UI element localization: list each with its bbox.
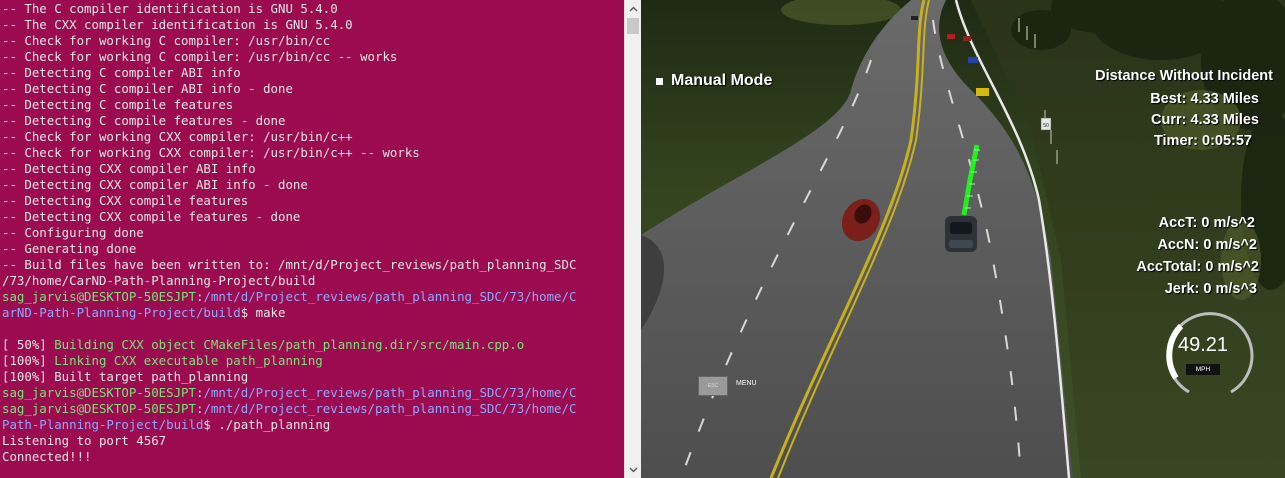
acc-n: AccN: 0 m/s^2	[1157, 237, 1257, 253]
terminal-window[interactable]: -- The C compiler identification is GNU …	[0, 0, 624, 478]
terminal-line: -- Detecting CXX compiler ABI info - don…	[2, 177, 622, 193]
terminal-line: -- Detecting C compiler ABI info	[2, 65, 622, 81]
terminal-line: -- Check for working CXX compiler: /usr/…	[2, 145, 622, 161]
terminal-text: [100%]	[2, 353, 55, 368]
terminal-line: -- Generating done	[2, 241, 622, 257]
terminal-scrollbar[interactable]	[624, 0, 641, 478]
manual-mode-toggle[interactable]: Manual Mode	[656, 72, 772, 90]
ego-car	[945, 216, 977, 252]
terminal-line: -- Detecting C compile features	[2, 97, 622, 113]
terminal-text: arND-Path-Planning-Project/build	[2, 305, 241, 320]
terminal-line: -- Build files have been written to: /mn…	[2, 257, 622, 273]
menu-label: MENU	[736, 380, 757, 387]
terminal-text: -- Detecting C compile features	[2, 97, 234, 112]
terminal-text: Listening to port 4567	[2, 433, 167, 448]
terminal-text: [100%] Built target path_planning	[2, 369, 249, 384]
terminal-line: -- Check for working C compiler: /usr/bi…	[2, 33, 622, 49]
terminal-line: -- Detecting CXX compiler ABI info	[2, 161, 622, 177]
terminal-text: Linking CXX executable path_planning	[54, 353, 323, 368]
terminal-line: -- Detecting C compiler ABI info - done	[2, 81, 622, 97]
terminal-text: [ 50%]	[2, 337, 55, 352]
terminal-line: [100%] Built target path_planning	[2, 369, 622, 385]
acc-total: AccTotal: 0 m/s^2	[1136, 259, 1259, 275]
terminal-line: Path-Planning-Project/build$ ./path_plan…	[2, 417, 622, 433]
terminal-line: -- Configuring done	[2, 225, 622, 241]
esc-button[interactable]: ESC	[698, 376, 728, 396]
terminal-text: -- Detecting C compiler ABI info	[2, 65, 241, 80]
terminal-line: [100%] Linking CXX executable path_plann…	[2, 353, 622, 369]
terminal-text: /mnt/d/Project_reviews/path_planning_SDC…	[203, 289, 577, 304]
terminal-line: -- Check for working C compiler: /usr/bi…	[2, 49, 622, 65]
far-car	[976, 88, 989, 96]
distance-title: Distance Without Incident	[1095, 68, 1273, 84]
acc-t: AccT: 0 m/s^2	[1158, 215, 1255, 231]
terminal-text: -- Detecting CXX compile features - done	[2, 209, 301, 224]
far-car	[968, 57, 978, 63]
terminal-text: sag_jarvis@DESKTOP-50ESJPT	[2, 401, 196, 416]
terminal-text: sag_jarvis@DESKTOP-50ESJPT	[2, 289, 196, 304]
jerk: Jerk: 0 m/s^3	[1164, 281, 1257, 297]
terminal-text: -- Detecting C compiler ABI info - done	[2, 81, 293, 96]
terminal-text: /mnt/d/Project_reviews/path_planning_SDC…	[203, 401, 577, 416]
terminal-line: -- Detecting CXX compile features - done	[2, 209, 622, 225]
terminal-text: -- The C compiler identification is GNU …	[2, 1, 338, 16]
terminal-text: -- Generating done	[2, 241, 137, 256]
speed-value: 49.21	[1177, 334, 1229, 356]
scroll-up-button[interactable]	[625, 0, 641, 17]
terminal-text: Connected!!!	[2, 449, 92, 464]
terminal-line: -- Check for working CXX compiler: /usr/…	[2, 129, 622, 145]
terminal-line: arND-Path-Planning-Project/build$ make	[2, 305, 622, 321]
terminal-line: -- The C compiler identification is GNU …	[2, 1, 622, 17]
terminal-line: sag_jarvis@DESKTOP-50ESJPT:/mnt/d/Projec…	[2, 289, 622, 305]
timer: Timer: 0:05:57	[1153, 133, 1252, 149]
terminal-line: /73/home/CarND-Path-Planning-Project/bui…	[2, 273, 622, 289]
chevron-down-icon	[628, 466, 638, 473]
terminal-text: $ make	[240, 305, 286, 320]
scroll-down-button[interactable]	[625, 461, 641, 478]
terminal-line: [ 50%] Building CXX object CMakeFiles/pa…	[2, 337, 622, 353]
terminal-text: -- Detecting CXX compiler ABI info - don…	[2, 177, 308, 192]
terminal-line: Connected!!!	[2, 449, 622, 465]
terminal-line: sag_jarvis@DESKTOP-50ESJPT:/mnt/d/Projec…	[2, 385, 622, 401]
simulator-view[interactable]: 50 Manual Mode Distance Without Incident…	[641, 0, 1285, 478]
terminal-text: -- The CXX compiler identification is GN…	[2, 17, 353, 32]
terminal-text: -- Check for working C compiler: /usr/bi…	[2, 33, 331, 48]
speed-unit: MPH	[1186, 364, 1220, 375]
scroll-thumb[interactable]	[627, 18, 639, 34]
speed-limit-text: 50	[1043, 123, 1049, 129]
far-car	[947, 34, 955, 39]
terminal-text: -- Build files have been written to: /mn…	[2, 257, 577, 272]
chevron-up-icon	[628, 5, 638, 12]
terminal-text: -- Detecting CXX compile features	[2, 193, 249, 208]
current-distance: Curr: 4.33 Miles	[1151, 112, 1259, 128]
far-car	[963, 36, 971, 41]
terminal-text: -- Detecting CXX compiler ABI info	[2, 161, 256, 176]
checkbox-icon[interactable]	[656, 77, 663, 85]
terminal-text: Building CXX object CMakeFiles/path_plan…	[54, 337, 525, 352]
manual-mode-label: Manual Mode	[671, 72, 773, 89]
terminal-output: -- The C compiler identification is GNU …	[2, 1, 622, 465]
terminal-text: sag_jarvis@DESKTOP-50ESJPT	[2, 385, 196, 400]
terminal-line: -- The CXX compiler identification is GN…	[2, 17, 622, 33]
terminal-text: $ ./path_planning	[203, 417, 331, 432]
far-car	[911, 16, 918, 20]
terminal-text: -- Check for working CXX compiler: /usr/…	[2, 129, 353, 144]
terminal-text: Path-Planning-Project/build	[2, 417, 204, 432]
terminal-line: -- Detecting CXX compile features	[2, 193, 622, 209]
best-distance: Best: 4.33 Miles	[1150, 91, 1259, 107]
terminal-text: /mnt/d/Project_reviews/path_planning_SDC…	[203, 385, 577, 400]
terminal-text: -- Detecting C compile features - done	[2, 113, 286, 128]
terminal-line: Listening to port 4567	[2, 433, 622, 449]
terminal-text: -- Check for working C compiler: /usr/bi…	[2, 49, 398, 64]
terminal-line: -- Detecting C compile features - done	[2, 113, 622, 129]
terminal-text: -- Configuring done	[2, 225, 144, 240]
terminal-text: -- Check for working CXX compiler: /usr/…	[2, 145, 420, 160]
terminal-line: sag_jarvis@DESKTOP-50ESJPT:/mnt/d/Projec…	[2, 401, 622, 417]
terminal-text: /73/home/CarND-Path-Planning-Project/bui…	[2, 273, 316, 288]
